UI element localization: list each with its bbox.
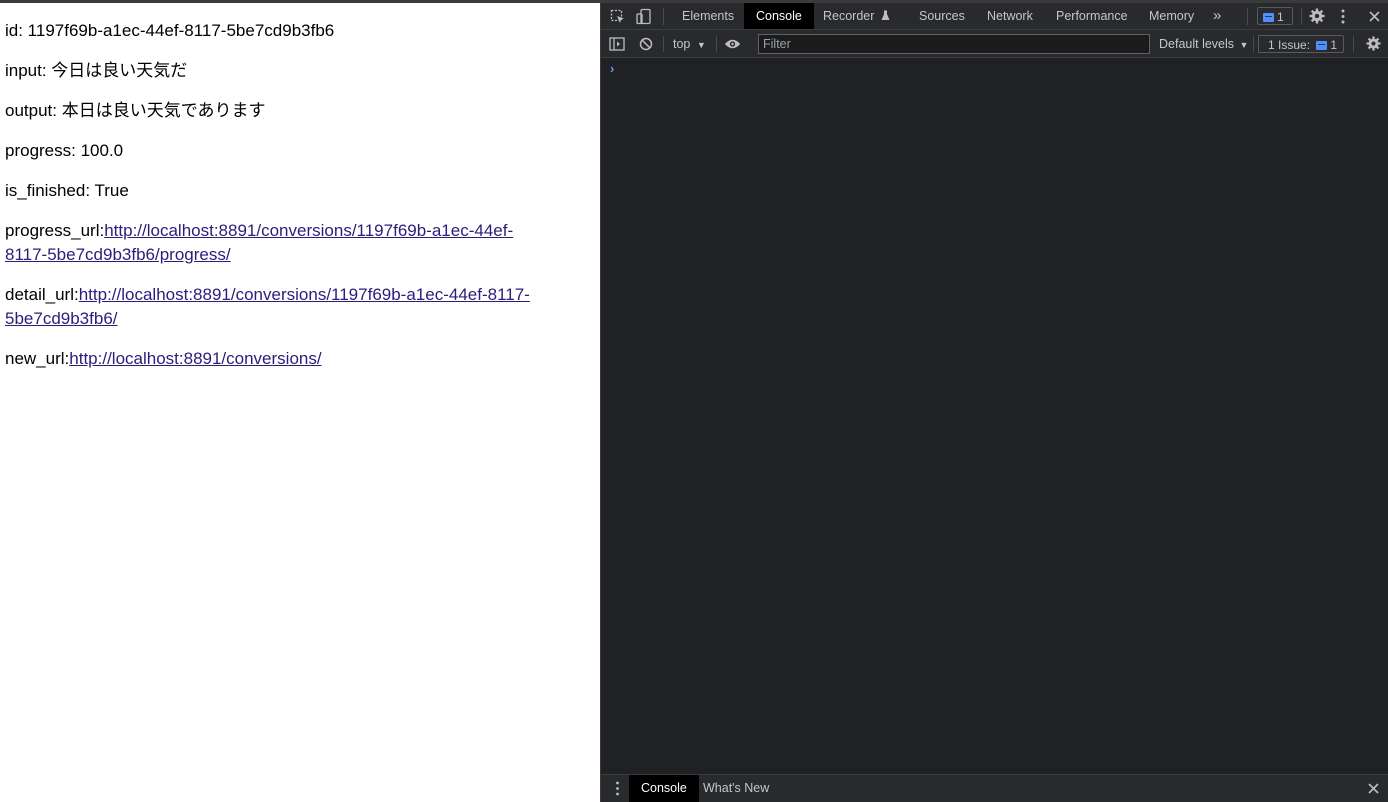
devtools-panel: Elements Console Recorder Sources Networ…	[600, 3, 1388, 802]
input-line: input: 今日は良い天気だ	[5, 61, 188, 80]
close-devtools-icon[interactable]	[1369, 11, 1380, 22]
tabbar-separator	[663, 8, 664, 25]
tabbar-separator-3	[1301, 8, 1302, 25]
tab-memory[interactable]: Memory	[1149, 3, 1194, 29]
toolbar-separator-4	[1353, 36, 1354, 52]
detail-url-link[interactable]: http://localhost:8891/conversions/1197f6…	[5, 285, 530, 328]
more-options-icon[interactable]	[1340, 9, 1346, 24]
context-selector[interactable]: top ▼	[673, 36, 706, 53]
drawer-tab-console[interactable]: Console	[629, 775, 699, 802]
detail-url-label: detail_url:	[5, 285, 79, 304]
finished-line: is_finished: True	[5, 181, 129, 200]
context-value[interactable]: top	[673, 37, 690, 51]
progress-url-line: progress_url:http://localhost:8891/conve…	[5, 219, 590, 267]
drawer-menu-icon[interactable]	[615, 781, 620, 796]
inspect-element-icon[interactable]	[610, 9, 626, 25]
log-levels-value[interactable]: Default levels	[1159, 37, 1234, 51]
console-prompt-icon[interactable]: ›	[610, 61, 614, 76]
progress-url-link-part2[interactable]: 8117-5be7cd9b3fb6/progress/	[5, 245, 231, 264]
progress-url-label: progress_url:	[5, 221, 105, 240]
more-tabs-icon[interactable]: »	[1213, 3, 1221, 29]
output-line: output: 本日は良い天気であります	[5, 101, 266, 120]
tab-elements[interactable]: Elements	[682, 3, 734, 29]
messages-count: 1	[1277, 10, 1284, 24]
log-levels-dropdown[interactable]: Default levels ▼	[1159, 36, 1248, 53]
flask-icon	[881, 10, 890, 20]
device-toolbar-icon[interactable]	[636, 8, 652, 25]
tab-recorder[interactable]: Recorder	[823, 3, 890, 29]
tab-recorder-label[interactable]: Recorder	[823, 9, 874, 23]
console-sidebar-toggle-icon[interactable]	[609, 37, 625, 51]
close-drawer-icon[interactable]	[1368, 783, 1379, 794]
tab-performance[interactable]: Performance	[1056, 3, 1128, 29]
issues-count: 1	[1330, 38, 1338, 52]
detail-url-line: detail_url:http://localhost:8891/convers…	[5, 283, 590, 331]
tab-network[interactable]: Network	[987, 3, 1033, 29]
drawer-tab-whats-new[interactable]: What's New	[703, 775, 769, 802]
toolbar-separator	[663, 36, 664, 52]
new-url-label: new_url:	[5, 349, 70, 368]
devtools-tab-bar: Elements Console Recorder Sources Networ…	[601, 3, 1388, 30]
issues-button[interactable]: 1 Issue: 1	[1258, 35, 1344, 53]
message-flag-icon	[1263, 13, 1274, 22]
progress-url-link-part1[interactable]: http://localhost:8891/conversions/1197f6…	[104, 221, 513, 240]
issues-label: 1 Issue:	[1268, 38, 1311, 52]
levels-dropdown-icon: ▼	[1239, 40, 1249, 50]
devtools-drawer-tabbar: Console What's New	[601, 774, 1388, 802]
page-viewport: id: 1197f69b-a1ec-44ef-8117-5be7cd9b3fb6…	[0, 3, 600, 802]
console-output-area[interactable]: ›	[601, 58, 1388, 774]
detail-url-link-part2[interactable]: 5be7cd9b3fb6/	[5, 309, 118, 328]
tab-sources[interactable]: Sources	[919, 3, 965, 29]
tabbar-separator-2	[1247, 8, 1248, 25]
new-url-link[interactable]: http://localhost:8891/conversions/	[69, 349, 321, 368]
console-settings-gear-icon[interactable]	[1366, 36, 1381, 51]
progress-line: progress: 100.0	[5, 141, 124, 160]
settings-gear-icon[interactable]	[1309, 8, 1325, 24]
console-toolbar: top ▼ Filter Default levels ▼ 1 Issue: 1	[601, 30, 1388, 58]
id-line: id: 1197f69b-a1ec-44ef-8117-5be7cd9b3fb6	[5, 21, 335, 40]
context-dropdown-icon: ▼	[696, 40, 706, 50]
issue-flag-icon	[1316, 41, 1328, 50]
messages-badge[interactable]: 1	[1257, 7, 1293, 25]
toolbar-separator-3	[1253, 36, 1254, 52]
detail-url-link-part1[interactable]: http://localhost:8891/conversions/1197f6…	[79, 285, 530, 304]
new-url-line: new_url:http://localhost:8891/conversion…	[5, 347, 590, 371]
clear-console-icon[interactable]	[639, 37, 653, 51]
live-expression-eye-icon[interactable]	[724, 38, 741, 50]
tab-console[interactable]: Console	[744, 3, 814, 29]
console-filter-input[interactable]: Filter	[758, 34, 1150, 54]
toolbar-separator-2	[716, 36, 717, 52]
